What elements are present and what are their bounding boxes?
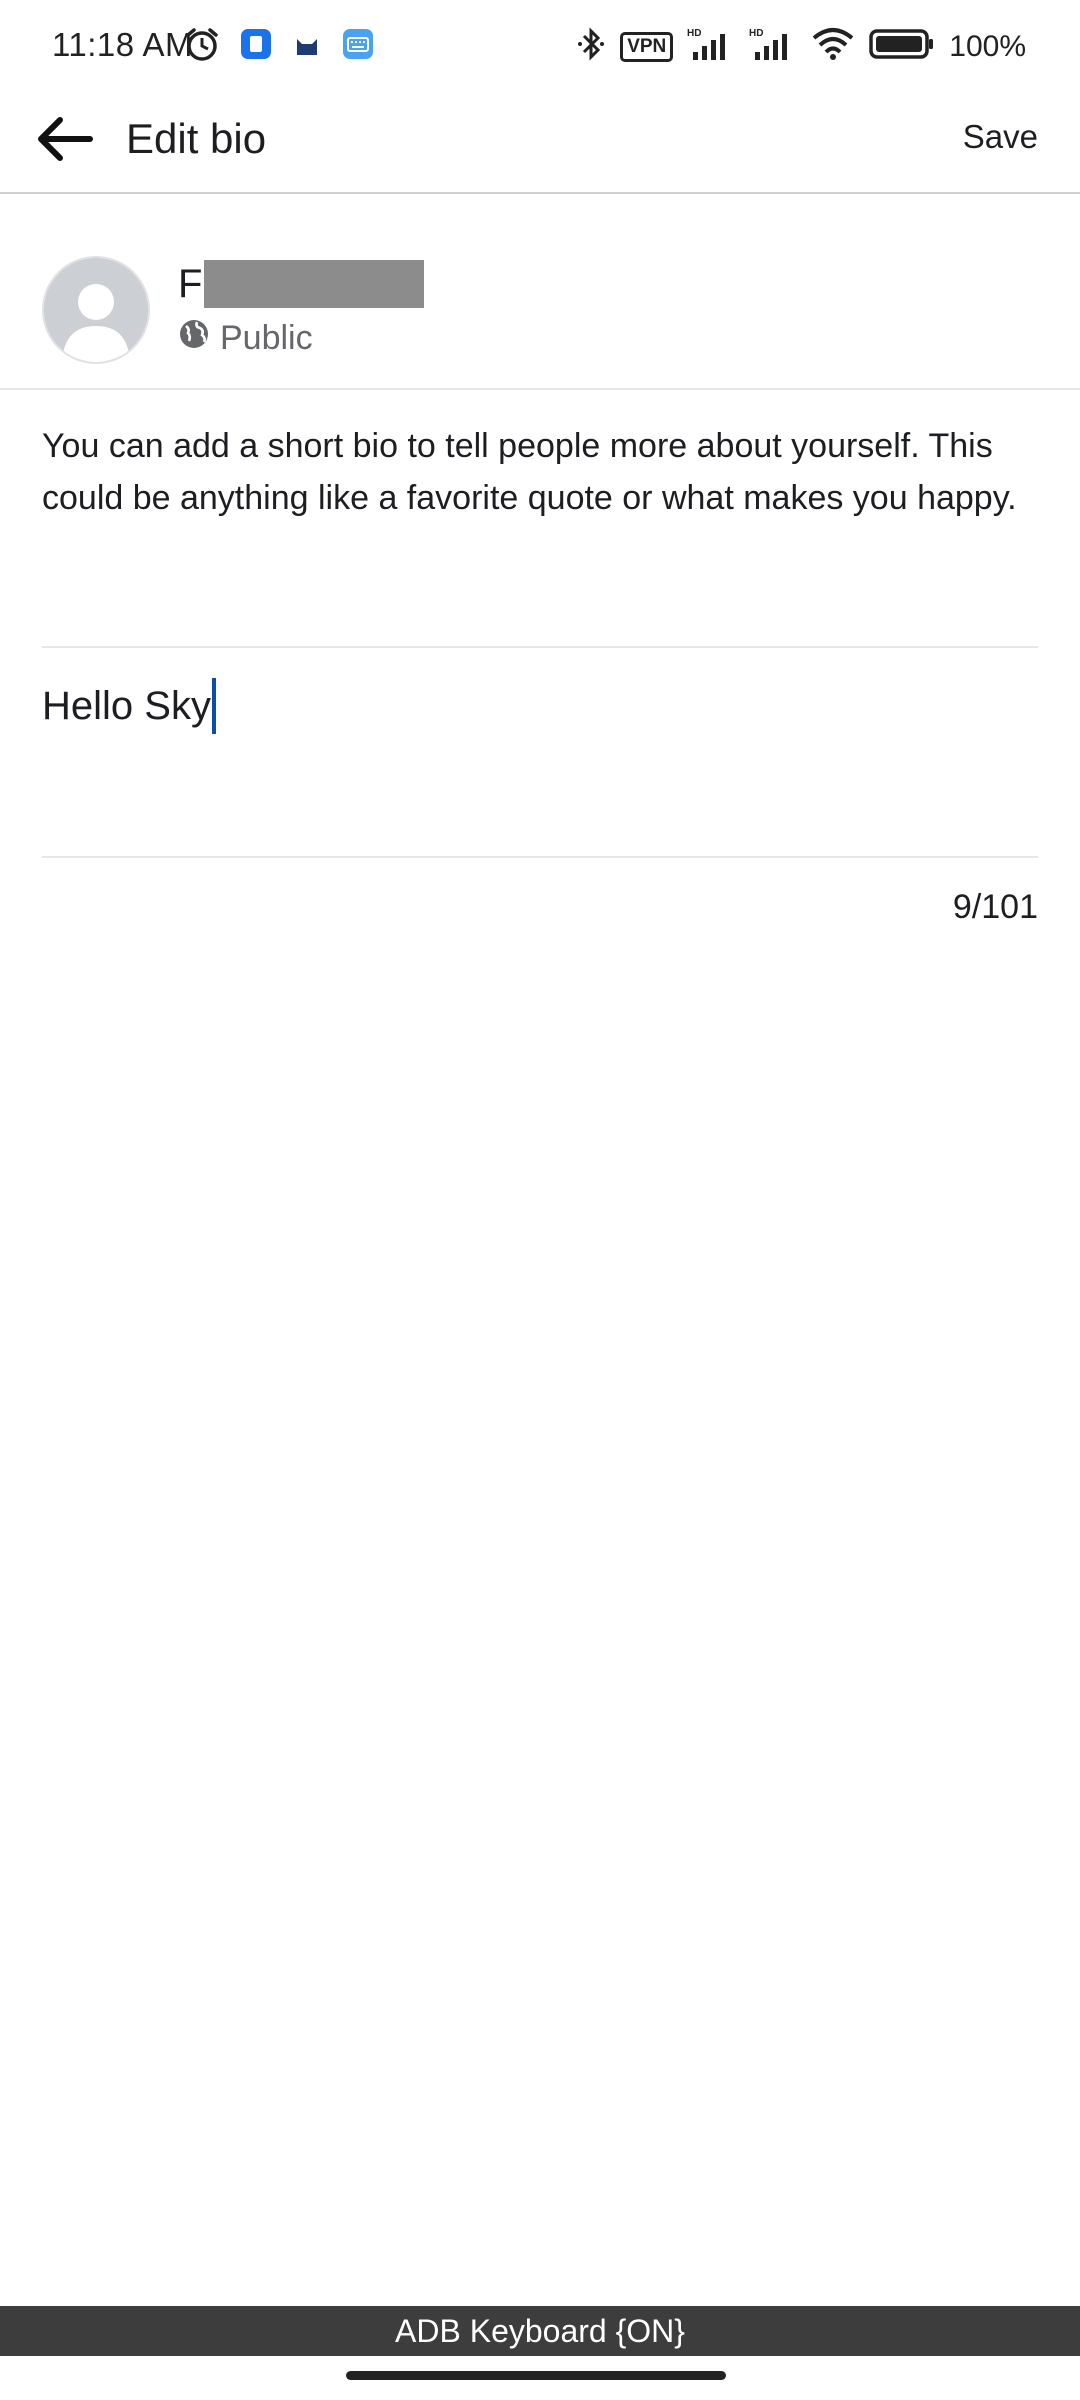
save-button[interactable]: Save — [963, 118, 1038, 156]
status-right-icons: VPN HD HD 100% — [576, 26, 1026, 67]
profile-name-initial: F — [178, 261, 203, 306]
audience-selector[interactable]: Public — [178, 318, 313, 359]
wifi-icon — [811, 26, 855, 67]
bio-input-value: Hello Sky — [42, 683, 211, 728]
signal-hd-icon: HD — [749, 26, 797, 67]
globe-icon — [178, 318, 210, 359]
home-indicator[interactable] — [346, 2371, 726, 2380]
app-header: Edit bio Save — [0, 96, 1080, 194]
bio-input-text-wrap: Hello Sky — [42, 678, 216, 734]
back-button[interactable] — [30, 106, 100, 176]
text-caret — [211, 678, 216, 734]
battery-icon — [869, 28, 935, 65]
bio-input[interactable]: Hello Sky — [42, 646, 1038, 858]
app-notification-icon — [240, 28, 272, 65]
adb-keyboard-bar: ADB Keyboard {ON} — [0, 2306, 1080, 2356]
status-bar: 11:18 AM VPN HD HD 100% — [0, 0, 1080, 96]
adb-keyboard-label: ADB Keyboard {ON} — [395, 2312, 685, 2349]
svg-text:HD: HD — [749, 28, 763, 39]
arrow-left-icon — [36, 114, 94, 169]
battery-percent: 100% — [949, 29, 1026, 63]
name-redaction — [204, 260, 425, 308]
bluetooth-icon — [576, 26, 606, 67]
keyboard-app-icon — [342, 28, 374, 65]
profile-name: F — [178, 260, 425, 308]
audience-label: Public — [220, 319, 313, 357]
svg-text:HD: HD — [687, 28, 701, 39]
signal-hd-icon: HD — [687, 26, 735, 67]
alarm-icon — [184, 26, 220, 67]
profile-row: F Public — [0, 194, 1080, 390]
char-counter: 9/101 — [952, 888, 1038, 926]
page-title: Edit bio — [126, 115, 267, 162]
status-time: 11:18 AM — [52, 26, 193, 63]
bio-description: You can add a short bio to tell people m… — [42, 427, 1017, 517]
cat-app-icon — [292, 29, 322, 64]
vpn-icon: VPN — [620, 31, 674, 62]
status-left-icons — [184, 26, 374, 67]
avatar — [42, 256, 150, 364]
